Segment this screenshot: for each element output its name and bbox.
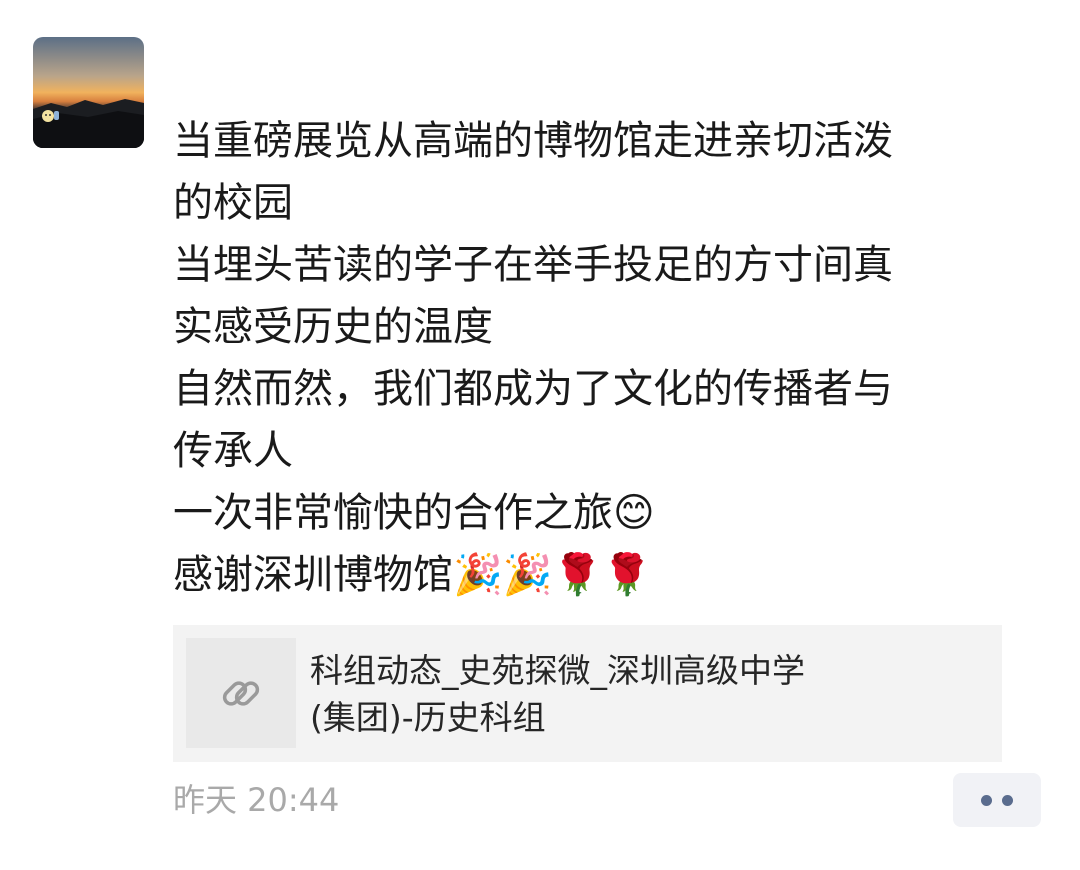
more-options-button[interactable]	[953, 773, 1041, 827]
post-timestamp: 昨天 20:44	[173, 781, 340, 819]
post-line: 感谢深圳博物馆🎉🎉🌹🌹	[173, 552, 653, 598]
shared-link-card[interactable]: 科组动态_史苑探微_深圳高级中学 (集团)-历史科组	[173, 625, 1002, 762]
post-line: 当重磅展览从高端的博物馆走进亲切活泼	[173, 118, 893, 164]
link-title-line: 科组动态_史苑探微_深圳高级中学	[310, 651, 805, 690]
link-thumbnail	[186, 638, 296, 748]
post-text: 当重磅展览从高端的博物馆走进亲切活泼 的校园 当埋头苦读的学子在举手投足的方寸间…	[173, 110, 1023, 606]
avatar[interactable]	[33, 37, 144, 148]
post-line: 的校园	[173, 180, 293, 226]
link-icon	[222, 681, 260, 706]
post-line: 实感受历史的温度	[173, 304, 493, 350]
post-line: 传承人	[173, 428, 293, 474]
post-line: 自然而然，我们都成为了文化的传播者与	[173, 366, 893, 412]
link-title: 科组动态_史苑探微_深圳高级中学 (集团)-历史科组	[310, 647, 930, 741]
post-line: 一次非常愉快的合作之旅😊	[173, 490, 655, 536]
link-title-line: (集团)-历史科组	[310, 698, 546, 737]
post-line: 当埋头苦读的学子在举手投足的方寸间真	[173, 242, 893, 288]
